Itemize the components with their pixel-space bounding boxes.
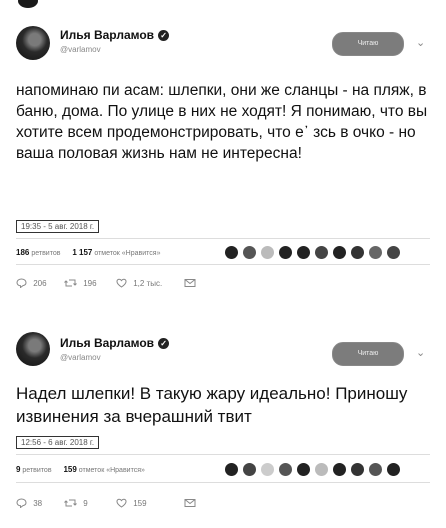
avatar[interactable] [296, 462, 311, 477]
avatar[interactable] [386, 462, 401, 477]
avatar[interactable] [260, 462, 275, 477]
avatar[interactable] [224, 462, 239, 477]
engagement-stats: 9 ретвитов 159 отметок «Нравится» [16, 465, 145, 474]
avatar[interactable] [332, 462, 347, 477]
author-handle[interactable]: @varlamov [60, 45, 101, 54]
divider [16, 482, 430, 483]
retweets-label: ретвитов [31, 250, 61, 257]
reply-icon [16, 278, 27, 289]
avatar[interactable] [368, 245, 383, 260]
reply-button[interactable]: 38 [16, 498, 43, 509]
direct-message-button[interactable] [184, 498, 196, 508]
avatar[interactable] [16, 26, 50, 60]
retweet-action-count: 196 [83, 278, 97, 288]
avatar[interactable] [314, 245, 329, 260]
reply-button[interactable]: 206 [16, 278, 47, 289]
tweet-text: напоминаю пи асам: шлепки, они же сланцы… [16, 82, 428, 162]
like-action-count: 159 [133, 498, 147, 508]
chevron-down-icon[interactable]: ⌄ [416, 346, 425, 359]
divider [16, 454, 430, 455]
avatar[interactable] [242, 245, 257, 260]
heart-icon [116, 498, 127, 508]
retweet-button[interactable]: 9 [64, 498, 88, 508]
avatar[interactable] [278, 462, 293, 477]
tweet-text: Надел шлепки! В такую жару идеально! При… [16, 384, 408, 426]
chevron-down-icon[interactable]: ⌄ [416, 36, 425, 49]
direct-message-button[interactable] [184, 278, 196, 288]
previous-tweet-edge [0, 0, 446, 14]
avatar[interactable] [350, 245, 365, 260]
reply-icon [16, 498, 27, 509]
avatar [18, 0, 38, 8]
reply-count: 206 [33, 278, 47, 288]
likes-count[interactable]: 1 157 [72, 248, 92, 257]
author-name[interactable]: Илья Варламов ✓ [60, 28, 170, 42]
author-name[interactable]: Илья Варламов ✓ [60, 336, 170, 350]
heart-icon [116, 278, 127, 288]
reply-count: 38 [33, 498, 43, 508]
avatar[interactable] [224, 245, 239, 260]
retweets-count[interactable]: 9 [16, 465, 20, 474]
avatar[interactable] [350, 462, 365, 477]
likes-count[interactable]: 159 [63, 465, 76, 474]
tweet-timestamp[interactable]: 12:56 - 6 авг. 2018 г. [16, 436, 100, 449]
direct-message-icon [184, 279, 196, 287]
like-button[interactable]: 1,2 тыс. [116, 278, 162, 288]
divider [16, 264, 430, 265]
tweet-card: Илья Варламов ✓ @varlamov Читаю ⌄ Надел ш… [0, 322, 446, 528]
retweet-action-count: 9 [83, 498, 88, 508]
retweet-icon [64, 499, 77, 507]
direct-message-icon [184, 499, 196, 507]
avatar[interactable] [368, 462, 383, 477]
avatar[interactable] [296, 245, 311, 260]
verified-badge-icon: ✓ [158, 338, 170, 349]
engagement-stats: 186 ретвитов 1 157 отметок «Нравится» [16, 248, 160, 257]
author-handle[interactable]: @varlamov [60, 353, 101, 362]
follow-button[interactable]: Читаю [332, 32, 404, 56]
avatar[interactable] [16, 332, 50, 366]
verified-badge-icon: ✓ [158, 30, 170, 41]
retweets-count[interactable]: 186 [16, 248, 29, 257]
avatar[interactable] [278, 245, 293, 260]
likes-label: отметок «Нравится» [94, 250, 161, 257]
avatar[interactable] [242, 462, 257, 477]
retweet-button[interactable]: 196 [64, 278, 97, 288]
likes-label: отметок «Нравится» [78, 467, 145, 474]
avatar[interactable] [314, 462, 329, 477]
tweet-card: Илья Варламов ✓ @varlamov Читаю ⌄ напомин… [0, 18, 446, 318]
retweets-label: ретвитов [22, 467, 52, 474]
divider [16, 238, 430, 239]
follow-button[interactable]: Читаю [332, 342, 404, 366]
avatar[interactable] [332, 245, 347, 260]
avatar[interactable] [260, 245, 275, 260]
avatar[interactable] [386, 245, 401, 260]
retweet-icon [64, 279, 77, 287]
like-button[interactable]: 159 [116, 498, 147, 508]
like-action-count: 1,2 тыс. [133, 278, 163, 288]
tweet-timestamp[interactable]: 19:35 - 5 авг. 2018 г. [16, 220, 100, 233]
